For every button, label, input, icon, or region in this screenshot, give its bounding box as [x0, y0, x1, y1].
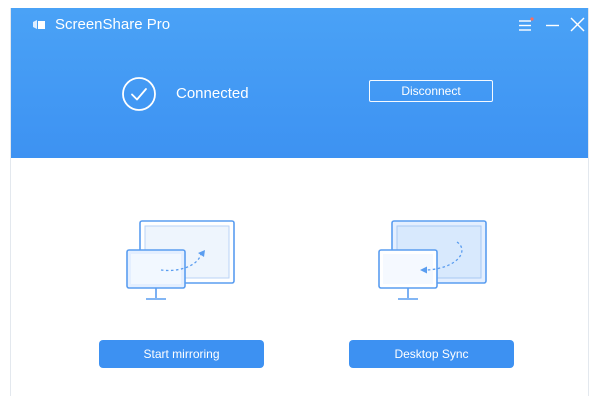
close-icon[interactable] — [568, 15, 588, 35]
screen-mirror-illustration — [126, 220, 235, 300]
app-title: ScreenShare Pro — [55, 16, 171, 33]
check-circle-icon — [122, 77, 156, 111]
header: ScreenShare Pro Connected Disconnect — [11, 8, 588, 158]
disconnect-button[interactable]: Disconnect — [369, 80, 493, 102]
hamburger-menu-icon[interactable] — [516, 15, 536, 35]
desktop-sync-button[interactable]: Desktop Sync — [349, 340, 514, 368]
start-mirroring-button[interactable]: Start mirroring — [99, 340, 264, 368]
desktop-sync-illustration — [378, 220, 487, 300]
app-window: ScreenShare Pro Connected Disconnect Sta… — [10, 8, 589, 396]
title-bar: ScreenShare Pro — [11, 8, 588, 42]
status-text: Connected — [176, 85, 249, 102]
minimize-icon[interactable] — [543, 15, 563, 35]
app-logo-icon — [33, 20, 45, 29]
